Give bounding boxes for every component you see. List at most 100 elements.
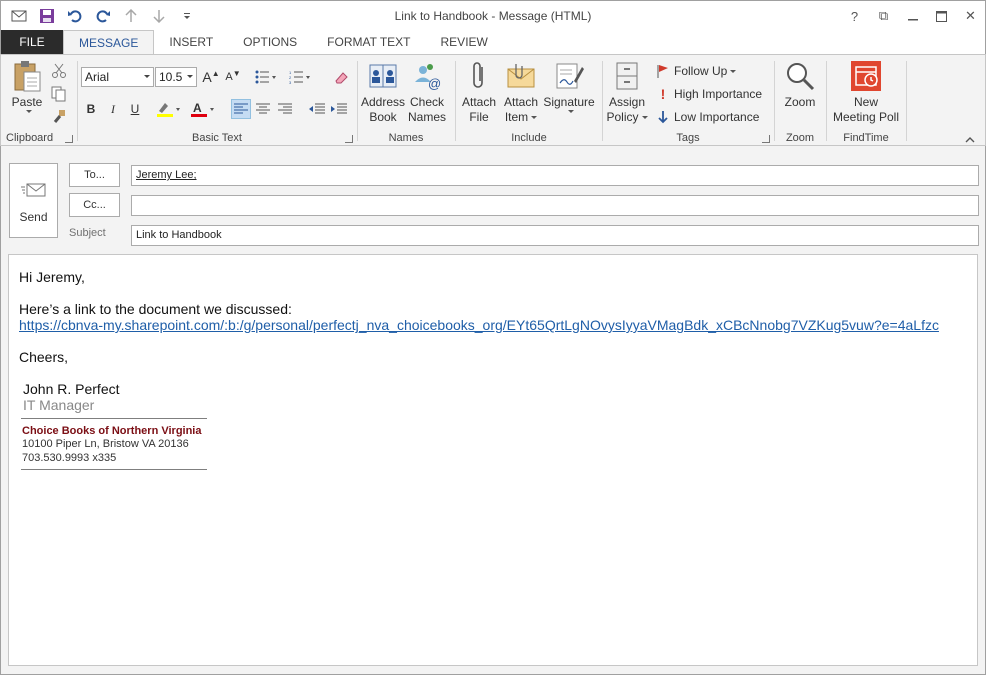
zoom-button[interactable]: Zoom: [778, 59, 822, 110]
shrink-arrow-icon: ▼: [232, 68, 241, 78]
tab-file[interactable]: FILE: [1, 30, 63, 54]
paste-dropdown-icon: [25, 110, 32, 113]
copy-button[interactable]: [51, 84, 67, 104]
address-book-label-1: Address: [360, 95, 406, 109]
tab-format-text[interactable]: FORMAT TEXT: [312, 30, 425, 54]
tab-message[interactable]: MESSAGE: [63, 30, 155, 55]
new-meeting-poll-label-2: Meeting Poll: [832, 110, 900, 124]
bullets-button[interactable]: [253, 67, 279, 87]
check-names-icon: @: [411, 59, 443, 93]
font-color-button[interactable]: A: [189, 99, 217, 119]
bold-button[interactable]: B: [81, 99, 101, 119]
follow-up-button[interactable]: Follow Up: [656, 61, 737, 81]
signature-title: IT Manager: [23, 397, 95, 413]
attach-file-button[interactable]: Attach File: [459, 59, 499, 125]
underline-button[interactable]: U: [125, 99, 145, 119]
italic-button[interactable]: I: [103, 99, 123, 119]
signature-name: John R. Perfect: [23, 381, 120, 397]
align-right-button[interactable]: [275, 99, 295, 119]
svg-text:@: @: [428, 76, 441, 90]
assign-policy-label-1: Assign: [608, 95, 646, 109]
tab-options[interactable]: OPTIONS: [228, 30, 312, 54]
signature-label: Signature: [543, 95, 595, 109]
bullets-icon: [255, 70, 276, 84]
highlight-button[interactable]: [155, 99, 183, 119]
tags-launcher-icon[interactable]: [762, 135, 770, 143]
clear-formatting-button[interactable]: [331, 67, 351, 87]
svg-text:3: 3: [289, 80, 292, 84]
tab-review[interactable]: REVIEW: [426, 30, 503, 54]
numbering-button[interactable]: 123: [287, 67, 313, 87]
ribbon-display-button[interactable]: ⧉: [869, 1, 898, 31]
chevron-down-icon: [531, 116, 538, 120]
flag-icon: [657, 65, 668, 78]
to-field[interactable]: Jeremy Lee;: [131, 165, 979, 186]
font-name-value: Arial: [85, 70, 110, 84]
shrink-font-button[interactable]: A ▼: [223, 67, 243, 87]
signature-divider: [21, 418, 207, 419]
numbering-icon: 123: [289, 70, 310, 84]
decrease-indent-button[interactable]: [307, 99, 327, 119]
signature-icon: [553, 59, 585, 93]
grow-font-button[interactable]: A ▲: [201, 67, 221, 87]
signature-company: Choice Books of Northern Virginia: [22, 425, 202, 437]
tags-group-label: Tags: [676, 132, 700, 144]
to-button[interactable]: To...: [69, 163, 120, 187]
send-button[interactable]: Send: [9, 163, 58, 238]
names-group-label: Names: [388, 132, 424, 144]
new-meeting-poll-button[interactable]: New Meeting Poll: [828, 59, 904, 125]
group-names: Address Book @ Check Names Names: [359, 59, 453, 145]
minimize-button[interactable]: [898, 1, 927, 31]
font-color-icon: A: [191, 101, 214, 117]
scissors-icon: [52, 63, 66, 78]
check-names-label-1: Check: [409, 95, 444, 109]
grow-arrow-icon: ▲: [211, 68, 220, 78]
cc-field[interactable]: [131, 195, 979, 216]
maximize-button[interactable]: [927, 1, 956, 31]
check-names-button[interactable]: @ Check Names: [407, 59, 447, 125]
align-left-icon: [234, 103, 248, 114]
clipboard-launcher-icon[interactable]: [65, 135, 73, 143]
font-size-combo[interactable]: 10.5: [155, 67, 197, 87]
cut-button[interactable]: [51, 61, 67, 81]
attach-item-button[interactable]: Attach Item: [501, 59, 541, 125]
collapse-ribbon-icon[interactable]: [965, 133, 975, 143]
align-left-button[interactable]: [231, 99, 251, 119]
group-basic-text: Arial 10.5 A ▲ A ▼ 123 B I U A Basic Tex…: [79, 59, 355, 145]
basic-text-group-label: Basic Text: [192, 132, 242, 144]
align-center-button[interactable]: [253, 99, 273, 119]
message-body[interactable]: Hi Jeremy, Here’s a link to the document…: [8, 254, 978, 666]
address-book-icon: [367, 59, 399, 93]
assign-policy-button[interactable]: Assign Policy: [604, 59, 650, 125]
help-button[interactable]: ?: [840, 1, 869, 31]
group-zoom: Zoom Zoom: [776, 59, 824, 145]
basic-text-launcher-icon[interactable]: [345, 135, 353, 143]
group-separator: [906, 61, 907, 141]
attach-file-label-2: File: [469, 110, 489, 124]
chevron-down-icon: [144, 75, 150, 78]
group-tags: Assign Policy Follow Up ! High Importanc…: [604, 59, 772, 145]
increase-indent-button[interactable]: [329, 99, 349, 119]
signature-button[interactable]: Signature: [543, 59, 595, 113]
send-icon: [20, 183, 45, 197]
cc-button[interactable]: Cc...: [69, 193, 120, 217]
ribbon-tabs: FILE MESSAGE INSERT OPTIONS FORMAT TEXT …: [0, 30, 986, 55]
subject-field[interactable]: Link to Handbook: [131, 225, 979, 246]
attach-item-icon: [505, 59, 537, 93]
document-link[interactable]: https://cbnva-my.sharepoint.com/:b:/g/pe…: [19, 317, 939, 333]
zoom-group-label: Zoom: [785, 132, 815, 144]
new-meeting-poll-label-1: New: [853, 95, 878, 109]
low-importance-button[interactable]: Low Importance: [656, 107, 759, 127]
font-name-combo[interactable]: Arial: [81, 67, 154, 87]
close-button[interactable]: ✕: [956, 1, 985, 31]
high-importance-button[interactable]: ! High Importance: [656, 84, 762, 104]
message-header: Send To... Cc... Subject Jeremy Lee; Lin…: [0, 146, 986, 254]
include-group-label: Include: [511, 132, 547, 144]
address-book-button[interactable]: Address Book: [361, 59, 405, 125]
recipient-token[interactable]: Jeremy Lee;: [136, 169, 197, 181]
paste-button[interactable]: Paste: [7, 59, 47, 113]
format-painter-button[interactable]: [51, 107, 67, 127]
tab-insert[interactable]: INSERT: [154, 30, 228, 54]
